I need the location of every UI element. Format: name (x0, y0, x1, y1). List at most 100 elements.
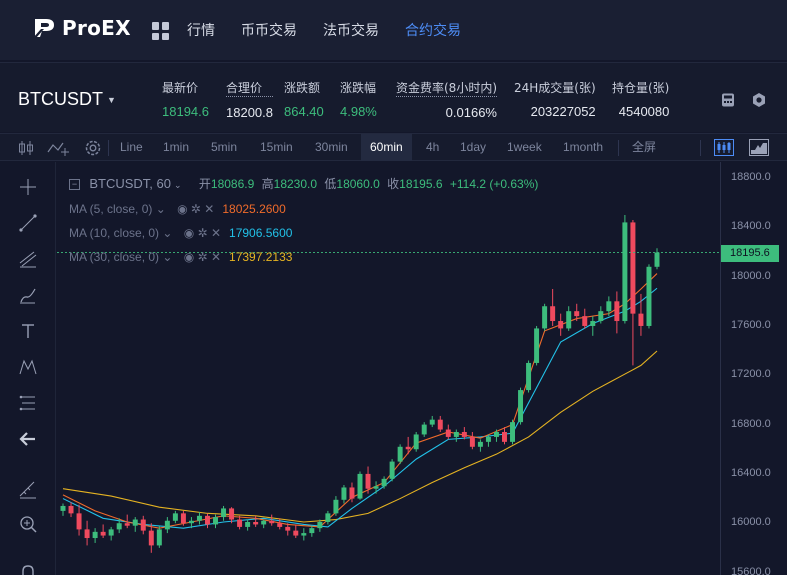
candle (477, 439, 483, 452)
text-tool-icon[interactable] (18, 321, 38, 341)
candle (164, 517, 170, 534)
ma-label[interactable]: MA (5, close, 0) (69, 202, 152, 216)
candle (437, 415, 443, 432)
candle-body (445, 429, 451, 437)
candle-body (84, 529, 90, 539)
symbol-caret-icon[interactable]: ⌄ (174, 180, 182, 190)
candle (156, 525, 162, 548)
ticker-stat-2: 涨跌额 864.40 (284, 79, 324, 119)
nav-item-1[interactable]: 币币交易 (241, 20, 297, 40)
ticker-bar: BTCUSDT ▼ 最新价 18194.6 合理价 18200.8 涨跌额 864.40 涨跌… (0, 62, 787, 132)
candle (100, 524, 106, 539)
main-nav: 行情 币币交易 法币交易 合约交易 (187, 20, 487, 40)
pair-selector[interactable]: BTCUSDT ▼ (18, 89, 116, 110)
close-label: 收 (387, 177, 400, 191)
gear-icon[interactable] (83, 138, 103, 158)
nav-item-3[interactable]: 合约交易 (405, 20, 461, 40)
candle-body (622, 222, 628, 322)
candle (140, 515, 146, 535)
pitchfork-icon[interactable] (18, 249, 38, 269)
candle-body (285, 526, 291, 531)
zoom-in-icon[interactable] (18, 514, 38, 534)
pattern-icon[interactable] (18, 357, 38, 377)
interval-4h[interactable]: 4h (426, 134, 439, 161)
candle-body (349, 487, 355, 499)
candle-body (381, 478, 387, 487)
settings-hexagon-icon[interactable] (751, 92, 767, 108)
price-tick-label: 18800.0 (731, 171, 771, 184)
interval-1week[interactable]: 1week (507, 134, 542, 161)
drawing-tools (0, 162, 56, 575)
candle-body (213, 517, 219, 525)
candle-body (485, 436, 491, 442)
ticker-stat-5: 24H成交量(张) 203227052 (514, 79, 596, 119)
candle-body (646, 266, 652, 326)
chart-toolbar: Line 1min 5min 15min 30min 60min 4h 1day 1week 1m… (0, 133, 787, 161)
brush-icon[interactable] (18, 285, 38, 305)
candle-body (526, 362, 532, 391)
candle-body (654, 252, 660, 267)
nav-item-0[interactable]: 行情 (187, 20, 215, 40)
trend-line-icon[interactable] (18, 213, 38, 233)
candle-body (309, 528, 315, 534)
candle-body (333, 499, 339, 514)
ma-caret-icon[interactable]: ⌄ (159, 226, 176, 240)
price-axis[interactable]: 18195.6 18800.0 18400.0 18000.0 17600.0 1720… (720, 162, 787, 575)
indicator-icon[interactable] (47, 140, 71, 158)
interval-30min[interactable]: 30min (315, 134, 348, 161)
apps-grid-icon[interactable] (152, 22, 170, 40)
candle-body (558, 321, 564, 329)
candle-body (413, 434, 419, 450)
ma-caret-icon[interactable]: ⌄ (159, 250, 176, 264)
fullscreen-button[interactable]: 全屏 (632, 134, 656, 161)
interval-line[interactable]: Line (120, 134, 143, 161)
ma-controls-icon[interactable]: ◉ ✲ ✕ (184, 250, 221, 264)
candlestick-type-icon[interactable] (17, 140, 35, 156)
candle-body (301, 533, 307, 536)
candle-body (204, 515, 210, 525)
candle (92, 528, 98, 543)
interval-1min[interactable]: 1min (163, 134, 189, 161)
interval-1day[interactable]: 1day (460, 134, 486, 161)
brand-logo[interactable]: ProEX (32, 16, 131, 40)
ma-controls-icon[interactable]: ◉ ✲ ✕ (177, 202, 214, 216)
ma-caret-icon[interactable]: ⌄ (152, 202, 169, 216)
chart-candle-view-icon[interactable] (714, 139, 734, 156)
ruler-icon[interactable] (18, 480, 38, 500)
high-label: 高 (261, 177, 274, 191)
ticker-stat-label: 涨跌幅 (340, 81, 377, 95)
candle-body (92, 531, 98, 539)
candle-body (566, 311, 572, 329)
candle-body (397, 446, 403, 462)
candle-body (469, 436, 475, 447)
crosshair-icon[interactable] (18, 177, 38, 197)
interval-5min[interactable]: 5min (211, 134, 237, 161)
ma-value: 17397.2133 (229, 250, 293, 264)
candle (84, 520, 90, 546)
candle (590, 316, 596, 336)
magnet-icon[interactable] (18, 562, 38, 575)
candle (654, 248, 660, 270)
candle (357, 471, 363, 500)
candlestick-chart[interactable] (57, 162, 720, 575)
chart-depth-view-icon[interactable] (749, 139, 769, 156)
calculator-icon[interactable] (720, 92, 736, 108)
candle-body (501, 431, 507, 442)
ma-controls-icon[interactable]: ◉ ✲ ✕ (184, 226, 221, 240)
ma-label[interactable]: MA (30, close, 0) (69, 250, 159, 264)
arrow-left-icon[interactable] (18, 429, 38, 449)
interval-15min[interactable]: 15min (260, 134, 293, 161)
candle (526, 360, 532, 393)
interval-1month[interactable]: 1month (563, 134, 603, 161)
interval-60min[interactable]: 60min (361, 134, 412, 161)
price-tick-label: 18000.0 (731, 269, 771, 282)
candle (261, 519, 267, 529)
candle-body (493, 431, 499, 437)
ma-label[interactable]: MA (10, close, 0) (69, 226, 159, 240)
candle-body (317, 521, 323, 529)
fibonacci-icon[interactable] (18, 393, 38, 413)
collapse-icon[interactable]: − (69, 179, 80, 191)
price-tick-label: 16800.0 (731, 417, 771, 430)
nav-item-2[interactable]: 法币交易 (323, 20, 379, 40)
price-tick-label: 18400.0 (731, 220, 771, 233)
